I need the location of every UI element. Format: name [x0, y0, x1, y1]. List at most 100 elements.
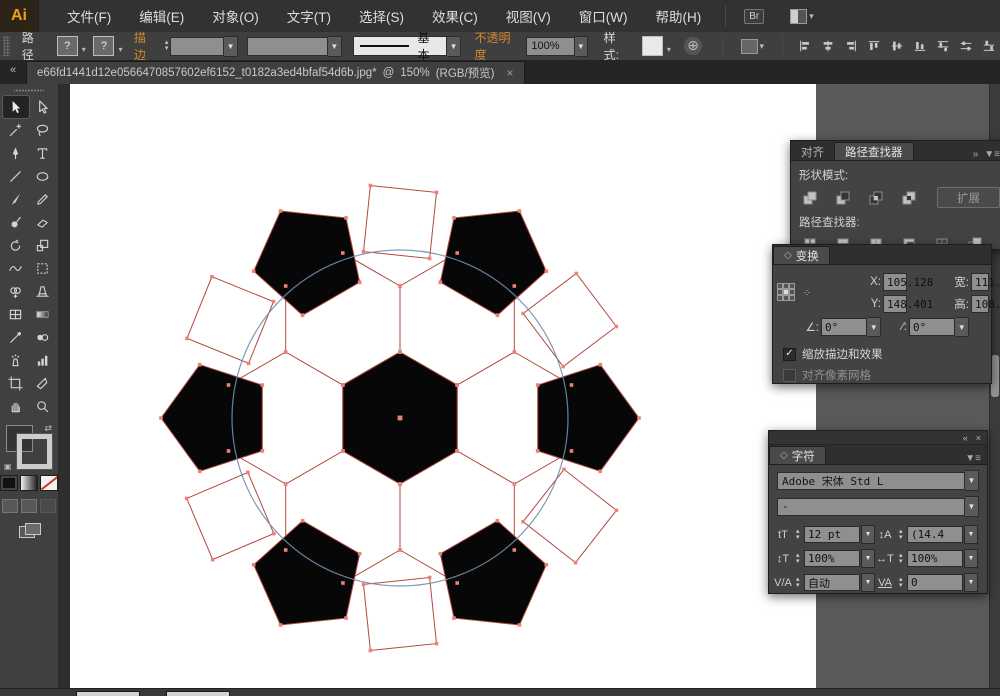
tab-align[interactable]: 对齐: [791, 143, 834, 160]
tab-transform[interactable]: ◇ 变换: [773, 246, 830, 264]
menu-item[interactable]: 效果(C): [418, 0, 492, 32]
horizontal-scale-stepper[interactable]: ▴▾: [899, 553, 904, 565]
stroke-panel-link[interactable]: 描边: [134, 29, 157, 64]
tools-drag-grip[interactable]: [14, 86, 44, 94]
draw-normal-button[interactable]: [2, 499, 18, 513]
opacity-panel-link[interactable]: 不透明度: [474, 29, 520, 64]
blend-tool[interactable]: [30, 326, 56, 348]
unite-button[interactable]: [797, 188, 823, 208]
ellipse-tool[interactable]: [30, 165, 56, 187]
align-middle-button[interactable]: [888, 38, 905, 55]
bridge-launcher-button[interactable]: Br: [744, 9, 764, 24]
scale-strokes-checkbox[interactable]: ✓: [783, 348, 796, 361]
rotate-field[interactable]: 0°: [821, 318, 867, 336]
stroke-weight-dropdown-button[interactable]: ▼: [224, 36, 237, 57]
x-field[interactable]: 105.128: [883, 273, 907, 291]
menu-item[interactable]: 文件(F): [53, 0, 125, 32]
menu-item[interactable]: 视图(V): [492, 0, 565, 32]
direct-selection-tool[interactable]: [30, 96, 56, 118]
vertical-scale-field[interactable]: 100%: [804, 550, 860, 567]
select-similar-button[interactable]: ▾: [741, 39, 765, 54]
font-family-field[interactable]: Adobe 宋体 Std L: [777, 472, 965, 490]
type-tool[interactable]: [30, 142, 56, 164]
horizontal-scale-field[interactable]: 100%: [907, 550, 963, 567]
exclude-button[interactable]: [896, 188, 922, 208]
screen-mode-button[interactable]: [19, 523, 39, 538]
dist-center-v-button[interactable]: [957, 38, 974, 55]
panel-menu-icon[interactable]: ▼≡: [965, 453, 981, 464]
magic-wand-tool[interactable]: [3, 119, 29, 141]
draw-inside-button[interactable]: [40, 499, 56, 513]
lasso-tool[interactable]: [30, 119, 56, 141]
collapse-tools-button[interactable]: «: [0, 64, 26, 84]
draw-behind-button[interactable]: [21, 499, 37, 513]
artboard-canvas[interactable]: [70, 84, 816, 688]
reference-point-locator[interactable]: [777, 283, 797, 303]
font-size-field[interactable]: 12 pt: [804, 526, 860, 543]
document-setup-globe-icon[interactable]: ⊕: [684, 37, 701, 55]
slice-tool[interactable]: [30, 372, 56, 394]
variable-width-dropdown-button[interactable]: ▼: [328, 36, 341, 57]
shear-dropdown-button[interactable]: ▼: [955, 317, 969, 337]
menu-item[interactable]: 文字(T): [273, 0, 345, 32]
blob-brush-tool[interactable]: [3, 211, 29, 233]
rotate-dropdown-button[interactable]: ▼: [867, 317, 881, 337]
minus-front-button[interactable]: [830, 188, 856, 208]
paintbrush-tool[interactable]: [3, 188, 29, 210]
opacity-dropdown-button[interactable]: ▼: [575, 36, 588, 57]
zoom-tool[interactable]: [30, 395, 56, 417]
symbol-sprayer-tool[interactable]: [3, 349, 29, 371]
width-tool[interactable]: [3, 257, 29, 279]
soccer-ball-artwork[interactable]: [70, 84, 816, 688]
drag-grip-icon[interactable]: [3, 36, 10, 56]
leading-stepper[interactable]: ▴▾: [899, 529, 904, 541]
font-family-dropdown-button[interactable]: ▼: [965, 470, 979, 491]
kerning-stepper[interactable]: ▴▾: [796, 577, 801, 589]
tab-character[interactable]: ◇ 字符: [769, 446, 826, 464]
menu-item[interactable]: 窗口(W): [565, 0, 642, 32]
vertical-scale-stepper[interactable]: ▴▾: [796, 553, 801, 565]
align-left-button[interactable]: [796, 38, 813, 55]
horizontal-scale-dropdown-button[interactable]: ▼: [964, 549, 978, 568]
expand-button[interactable]: 扩展: [937, 187, 1000, 208]
color-button[interactable]: [0, 475, 18, 491]
document-tab[interactable]: e66fd1441d12e0566470857602ef6152_t0182a3…: [26, 61, 525, 84]
menu-item[interactable]: 选择(S): [345, 0, 418, 32]
stroke-weight-field[interactable]: [170, 37, 224, 56]
stroke-weight-stepper[interactable]: ▴▾: [165, 40, 169, 52]
width-field[interactable]: 111.735: [971, 273, 989, 291]
column-graph-tool[interactable]: [30, 349, 56, 371]
kerning-dropdown-button[interactable]: ▼: [861, 573, 875, 592]
link-dimensions-icon[interactable]: ⁘: [795, 288, 819, 299]
leading-field[interactable]: (14.4: [907, 526, 963, 543]
panel-collapse-icon[interactable]: ◇: [780, 450, 788, 461]
mesh-tool[interactable]: [3, 303, 29, 325]
brush-definition-field[interactable]: 基本: [353, 36, 447, 56]
hand-tool[interactable]: [3, 395, 29, 417]
opacity-field[interactable]: 100%: [526, 37, 574, 56]
panel-collapse-icon[interactable]: ◇: [784, 250, 792, 261]
variable-width-profile-field[interactable]: [247, 37, 328, 56]
default-fill-stroke-icon[interactable]: ▣: [4, 462, 12, 471]
font-style-field[interactable]: -: [777, 498, 965, 516]
shear-field[interactable]: 0°: [909, 318, 955, 336]
fill-color-well[interactable]: ? ▾: [57, 36, 78, 56]
y-field[interactable]: 148.401: [883, 295, 907, 313]
panel-collapse-icon[interactable]: «: [963, 433, 968, 443]
menu-item[interactable]: 对象(O): [198, 0, 273, 32]
stroke-color-well[interactable]: ? ▾: [93, 36, 114, 56]
brush-definition-dropdown-button[interactable]: ▼: [447, 36, 460, 57]
workspace-switcher-button[interactable]: ▾: [790, 9, 814, 24]
pen-tool[interactable]: [3, 142, 29, 164]
rotate-tool[interactable]: [3, 234, 29, 256]
panel-expand-icon[interactable]: »: [973, 149, 979, 160]
graphic-style-well[interactable]: ▾: [642, 36, 663, 56]
leading-dropdown-button[interactable]: ▼: [964, 525, 978, 544]
tab-pathfinder[interactable]: 路径查找器: [834, 142, 914, 160]
menu-item[interactable]: 帮助(H): [641, 0, 715, 32]
panel-menu-icon[interactable]: ▼≡: [984, 149, 1000, 160]
close-icon[interactable]: ×: [506, 66, 513, 80]
eraser-tool[interactable]: [30, 211, 56, 233]
font-size-dropdown-button[interactable]: ▼: [861, 525, 875, 544]
swap-fill-stroke-icon[interactable]: ⇄: [44, 423, 52, 434]
